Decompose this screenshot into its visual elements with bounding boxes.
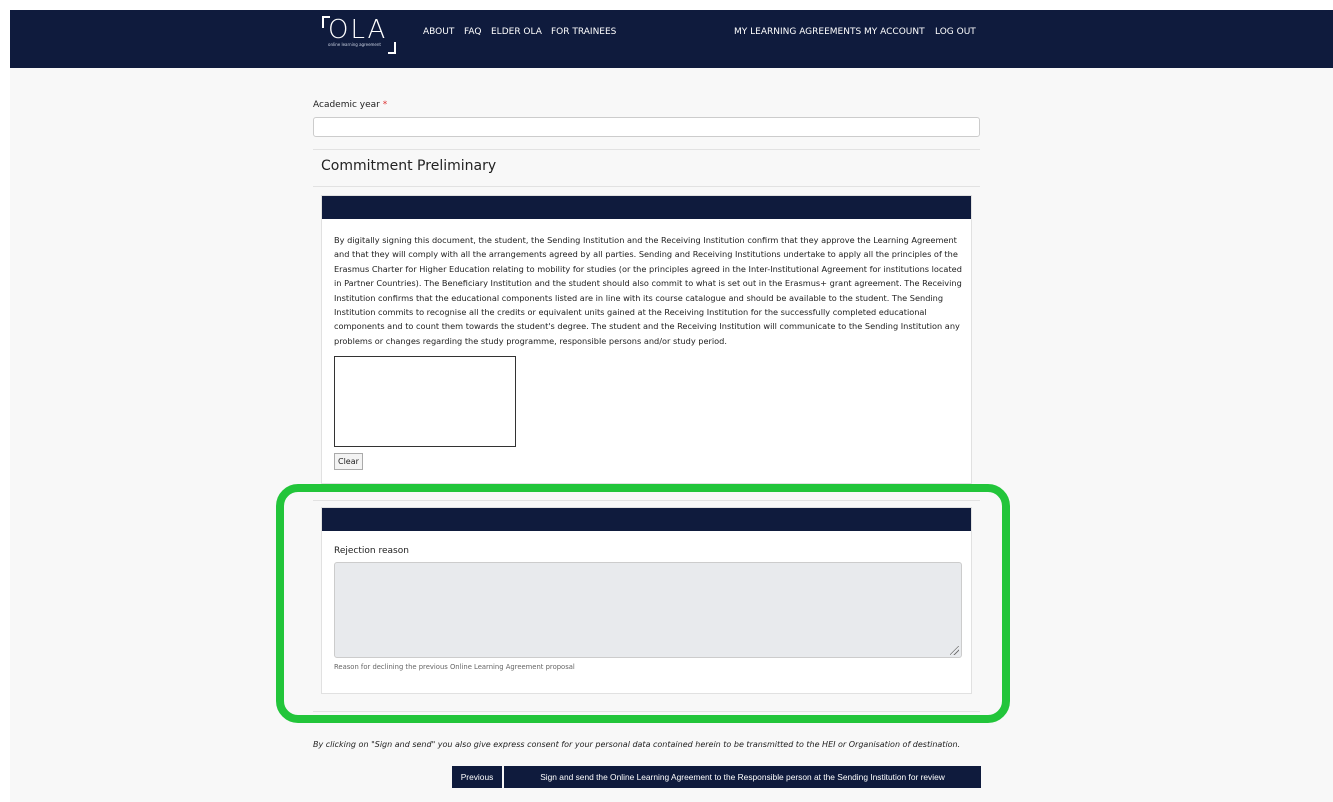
- commitment-card: By digitally signing this document, the …: [321, 195, 972, 484]
- signature-pad[interactable]: [334, 356, 516, 447]
- nav-faq[interactable]: FAQ: [464, 27, 481, 37]
- consent-notice: By clicking on "Sign and send" you also …: [313, 740, 961, 749]
- divider: [313, 186, 980, 187]
- nav-elder-ola[interactable]: ELDER OLA: [491, 27, 542, 37]
- ola-logo[interactable]: OLA online learning agreement: [322, 15, 396, 54]
- academic-year-label-text: Academic year: [313, 100, 380, 110]
- nav-about[interactable]: ABOUT: [423, 27, 454, 37]
- highlight-box: [276, 484, 1010, 723]
- nav-my-learning-agreements[interactable]: MY LEARNING AGREEMENTS: [734, 27, 861, 37]
- logo-bracket-bottom-right: [388, 42, 396, 54]
- commitment-card-header: [322, 196, 971, 219]
- divider: [313, 149, 980, 150]
- nav-my-account[interactable]: MY ACCOUNT: [864, 27, 925, 37]
- academic-year-input[interactable]: [313, 117, 980, 137]
- required-marker: *: [382, 100, 388, 110]
- clear-signature-button[interactable]: Clear: [334, 453, 363, 470]
- sign-and-send-button[interactable]: Sign and send the Online Learning Agreem…: [504, 766, 981, 788]
- commitment-text: By digitally signing this document, the …: [334, 235, 962, 346]
- nav-for-trainees[interactable]: FOR TRAINEES: [551, 27, 616, 37]
- logo-tagline: online learning agreement: [328, 42, 381, 47]
- previous-button[interactable]: Previous: [452, 766, 502, 788]
- section-title: Commitment Preliminary: [321, 158, 497, 174]
- nav-log-out[interactable]: LOG OUT: [935, 27, 976, 37]
- top-navigation-bar: [10, 10, 1333, 68]
- academic-year-label: Academic year *: [313, 100, 387, 110]
